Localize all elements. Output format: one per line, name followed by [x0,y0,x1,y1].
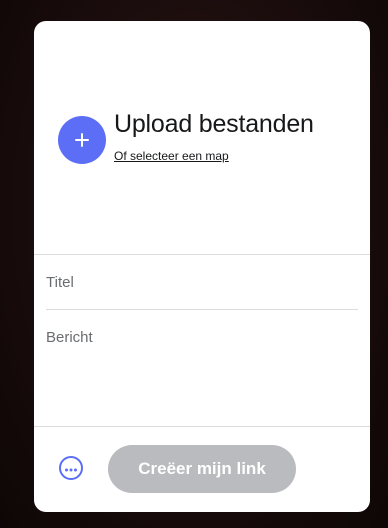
add-files-button[interactable] [58,116,106,164]
transfer-panel: Upload bestanden Of selecteer een map Cr… [34,21,370,512]
select-folder-link[interactable]: Of selecteer een map [114,149,229,163]
message-input[interactable] [46,321,358,421]
more-options-icon [64,459,78,477]
upload-dropzone[interactable]: Upload bestanden Of selecteer een map [34,21,370,254]
upload-title[interactable]: Upload bestanden [114,110,314,139]
title-input[interactable] [46,255,358,310]
plus-icon [74,132,90,148]
divider [34,426,370,427]
more-options-button[interactable] [59,456,83,480]
create-link-button[interactable]: Creëer mijn link [108,445,296,493]
